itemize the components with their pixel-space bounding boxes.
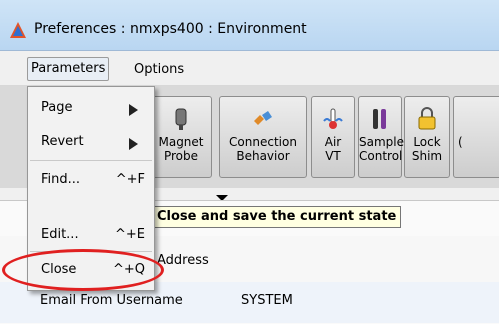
magnet-probe-icon	[175, 108, 187, 130]
tool-label-line1: Sample	[359, 135, 404, 149]
menu-item-label: Edit...	[41, 227, 79, 242]
menu-item-page[interactable]: Page	[28, 93, 154, 123]
connection-behavior-button[interactable]: Connection Behavior	[219, 96, 307, 178]
highlight-annotation	[2, 249, 164, 291]
title-bar: Preferences : nmxps400 : Environment	[0, 0, 499, 51]
submenu-arrow-icon	[129, 138, 138, 150]
menu-item-label: Revert	[41, 134, 84, 149]
menu-bar: Parameters Options	[0, 51, 499, 86]
submenu-arrow-icon	[129, 104, 138, 116]
menu-item-find[interactable]: Find... ^+F	[28, 165, 154, 195]
tool-label-line2: Behavior	[236, 149, 290, 163]
menu-item-label: Find...	[41, 172, 81, 187]
menu-parameters[interactable]: Parameters	[27, 57, 110, 81]
partial-toolbar-button[interactable]: (	[453, 96, 499, 178]
tool-label-line1: Air	[324, 135, 342, 149]
tool-label-line2: Probe	[163, 149, 199, 163]
menu-item-edit[interactable]: Edit... ^+E	[28, 220, 154, 250]
magnet-probe-button[interactable]: Magnet Probe	[150, 96, 212, 178]
tool-label-line1: (	[458, 135, 463, 149]
menu-options[interactable]: Options	[131, 59, 187, 81]
air-vt-button[interactable]: Air VT	[311, 96, 355, 178]
tool-label-line1: Connection	[229, 135, 297, 149]
sample-tubes-icon	[373, 109, 386, 129]
tool-label-line2: Control	[359, 149, 403, 163]
email-from-username-label: Email From Username	[40, 293, 183, 308]
tool-label-line2: VT	[325, 149, 341, 163]
close-tooltip: Close and save the current state	[152, 206, 402, 228]
menu-item-shortcut: ^+E	[115, 227, 145, 242]
tool-label-line1: Magnet	[158, 135, 204, 149]
tool-label-line1: Lock	[413, 135, 441, 149]
tool-label-line2: Shim	[411, 149, 443, 163]
connection-icon	[254, 111, 272, 125]
menu-item-label: Page	[41, 100, 73, 115]
lock-shim-button[interactable]: Lock Shim	[404, 96, 450, 178]
window-title: Preferences : nmxps400 : Environment	[34, 21, 307, 37]
menu-item-revert[interactable]: Revert	[28, 127, 154, 157]
auto-lock-icon	[418, 107, 436, 130]
menu-separator	[30, 160, 152, 161]
app-logo-icon	[10, 22, 26, 38]
address-label: Address	[157, 253, 209, 268]
menu-item-shortcut: ^+F	[115, 172, 145, 187]
thermometer-icon	[323, 108, 343, 129]
sample-control-button[interactable]: Sample Control	[358, 96, 404, 178]
email-from-username-value[interactable]: SYSTEM	[241, 293, 293, 308]
